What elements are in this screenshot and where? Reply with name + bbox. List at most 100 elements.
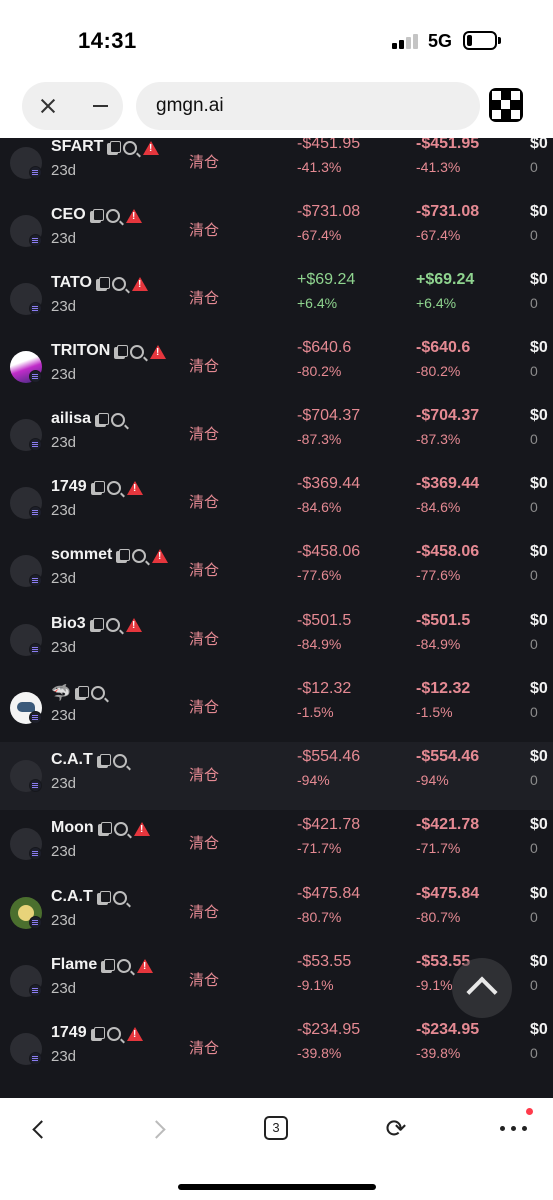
search-icon[interactable] — [113, 891, 127, 905]
table-row[interactable]: sommet 23d 清仓 -$458.06 -77.6% -$458.06 -77.6% $… — [0, 537, 553, 605]
url-field[interactable]: gmgn.ai — [136, 82, 480, 130]
copy-icon[interactable] — [90, 618, 104, 632]
warning-icon — [127, 481, 143, 495]
chevron-left-icon[interactable] — [28, 1118, 50, 1140]
copy-icon[interactable] — [95, 413, 109, 427]
copy-icon[interactable] — [98, 822, 112, 836]
search-icon[interactable] — [130, 345, 144, 359]
realized-pnl: -$731.08 — [297, 203, 361, 220]
extra-sub-value: 0 — [530, 840, 538, 856]
copy-icon[interactable] — [97, 754, 111, 768]
extra-sub-value: 0 — [530, 704, 538, 720]
total-pnl-percent: -80.7% — [416, 909, 461, 925]
total-pnl: -$12.32 — [416, 680, 471, 697]
copy-icon[interactable] — [114, 345, 128, 359]
signal-icon — [392, 33, 420, 49]
realized-pnl: -$475.84 — [297, 885, 361, 902]
total-pnl: -$451.95 — [416, 138, 480, 152]
extra-sub-value: 0 — [530, 227, 538, 243]
token-age: 23d — [51, 1048, 77, 1065]
token-age: 23d — [51, 366, 77, 383]
table-row[interactable]: 1749 23d 清仓 -$369.44 -84.6% -$369.44 -84.6% $0 0 — [0, 469, 553, 537]
token-name: Bio3 — [51, 615, 86, 632]
realized-pnl: -$640.6 — [297, 339, 352, 356]
search-icon[interactable] — [107, 1027, 121, 1041]
trade-type: 清仓 — [189, 222, 220, 239]
table-row[interactable]: ailisa 23d 清仓 -$704.37 -87.3% -$704.37 -87.3% $… — [0, 401, 553, 469]
token-age: 23d — [51, 980, 77, 997]
total-pnl: -$640.6 — [416, 339, 471, 356]
table-row[interactable]: C.A.T 23d 清仓 -$475.84 -80.7% -$475.84 -80.7% $0… — [0, 879, 553, 947]
token-age: 23d — [51, 502, 77, 519]
extra-value: $0 — [530, 203, 548, 220]
search-icon[interactable] — [107, 481, 121, 495]
copy-icon[interactable] — [75, 686, 89, 700]
trade-type: 清仓 — [189, 835, 220, 852]
realized-pnl-percent: -80.2% — [297, 363, 342, 379]
realized-pnl: -$554.46 — [297, 748, 361, 765]
table-row[interactable]: CEO 23d 清仓 -$731.08 -67.4% -$731.08 -67.4% $0 0 — [0, 197, 553, 265]
copy-icon[interactable] — [91, 1027, 105, 1041]
search-icon[interactable] — [111, 413, 125, 427]
realized-pnl: -$53.55 — [297, 953, 352, 970]
copy-icon[interactable] — [96, 277, 110, 291]
copy-icon[interactable] — [91, 481, 105, 495]
copy-icon[interactable] — [101, 959, 115, 973]
tabs-button[interactable]: 3 — [264, 1116, 288, 1140]
search-icon[interactable] — [112, 277, 126, 291]
total-pnl-percent: -94% — [416, 772, 449, 788]
okx-wallet-icon[interactable] — [489, 88, 523, 122]
network-label: 5G — [428, 31, 453, 51]
solana-chain-icon — [29, 916, 42, 929]
search-icon[interactable] — [123, 141, 137, 155]
refresh-icon[interactable]: ⟳ — [383, 1116, 409, 1142]
table-row[interactable]: SFART 23d 清仓 -$451.95 -41.3% -$451.95 -41.3% $0… — [0, 138, 553, 197]
copy-icon[interactable] — [116, 549, 130, 563]
solana-chain-icon — [29, 643, 42, 656]
table-row[interactable]: 🦈 23d 清仓 -$12.32 -1.5% -$12.32 -1.5% $0 0 — [0, 674, 553, 742]
window-controls — [22, 82, 123, 130]
table-row[interactable]: Bio3 23d 清仓 -$501.5 -84.9% -$501.5 -84.9% $0 0 — [0, 606, 553, 674]
copy-icon[interactable] — [97, 891, 111, 905]
more-dots-icon[interactable] — [500, 1126, 528, 1132]
realized-pnl: -$369.44 — [297, 475, 361, 492]
total-pnl: -$369.44 — [416, 475, 480, 492]
close-icon[interactable] — [36, 94, 60, 118]
token-age: 23d — [51, 707, 77, 724]
search-icon[interactable] — [113, 754, 127, 768]
trade-type: 清仓 — [189, 972, 220, 989]
extra-value: $0 — [530, 816, 548, 833]
table-row[interactable]: TRITON 23d 清仓 -$640.6 -80.2% -$640.6 -80.2% $0 0 — [0, 333, 553, 401]
search-icon[interactable] — [106, 209, 120, 223]
address-bar: gmgn.ai — [0, 80, 553, 138]
total-pnl-percent: -9.1% — [416, 977, 453, 993]
search-icon[interactable] — [117, 959, 131, 973]
extra-value: $0 — [530, 953, 548, 970]
solana-chain-icon — [29, 506, 42, 519]
table-row[interactable]: Moon 23d 清仓 -$421.78 -71.7% -$421.78 -71.7% $0 0 — [0, 810, 553, 878]
total-pnl: -$501.5 — [416, 612, 471, 629]
search-icon[interactable] — [106, 618, 120, 632]
copy-icon[interactable] — [90, 209, 104, 223]
extra-value: $0 — [530, 680, 548, 697]
warning-icon — [137, 959, 153, 973]
minus-icon[interactable] — [88, 94, 112, 118]
search-icon[interactable] — [91, 686, 105, 700]
table-row[interactable]: TATO 23d 清仓 +$69.24 +6.4% +$69.24 +6.4% $0 0 — [0, 265, 553, 333]
warning-icon — [134, 822, 150, 836]
solana-chain-icon — [29, 779, 42, 792]
copy-icon[interactable] — [107, 141, 121, 155]
scroll-top-button[interactable] — [452, 958, 512, 1018]
trades-list: SFART 23d 清仓 -$451.95 -41.3% -$451.95 -41.3% $0… — [0, 138, 553, 1098]
search-icon[interactable] — [114, 822, 128, 836]
search-icon[interactable] — [132, 549, 146, 563]
token-name: ailisa — [51, 410, 92, 427]
extra-sub-value: 0 — [530, 909, 538, 925]
token-name: 🦈 — [51, 685, 71, 702]
realized-pnl-percent: -80.7% — [297, 909, 342, 925]
chevron-right-icon[interactable] — [148, 1118, 170, 1140]
realized-pnl: -$451.95 — [297, 138, 361, 152]
table-row[interactable]: 1749 23d 清仓 -$234.95 -39.8% -$234.95 -39.8% $0 0 — [0, 1015, 553, 1083]
table-row[interactable]: C.A.T 23d 清仓 -$554.46 -94% -$554.46 -94% $0 0 — [0, 742, 553, 810]
extra-sub-value: 0 — [530, 772, 538, 788]
